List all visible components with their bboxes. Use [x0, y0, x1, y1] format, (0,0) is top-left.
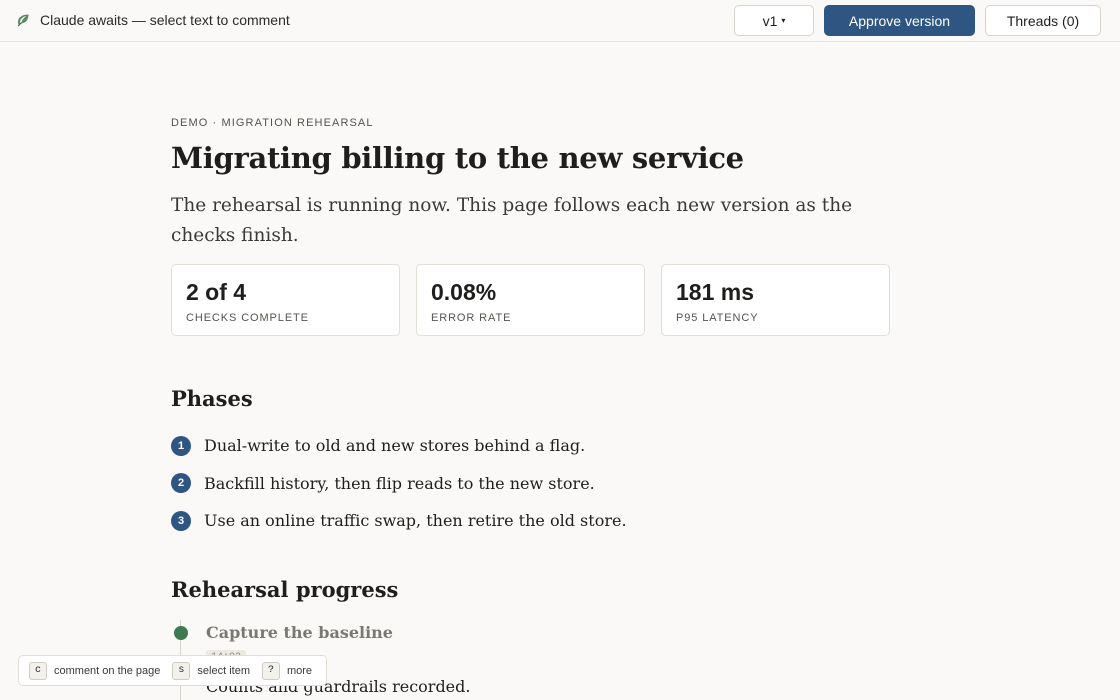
leaf-icon — [17, 14, 29, 27]
stat-value: 2 of 4 — [186, 279, 247, 305]
hint-label: comment on the page — [54, 664, 161, 677]
stat-label: CHECKS COMPLETE — [186, 312, 309, 324]
phase-number-badge: 2 — [171, 473, 191, 494]
threads-button[interactable]: Threads (0) — [985, 5, 1101, 36]
lede-paragraph: The rehearsal is running now. This page … — [171, 195, 853, 246]
top-bar: Claude awaits — select text to comment v… — [0, 0, 1120, 42]
stat-card-latency: 181 ms P95 LATENCY — [661, 264, 890, 336]
keyboard-hints: c comment on the page s select item ? mo… — [18, 655, 328, 686]
stats-row: 2 of 4 CHECKS COMPLETE 0.08% ERROR RATE … — [171, 264, 890, 336]
hint-more[interactable]: ? more — [261, 661, 313, 680]
stat-label: ERROR RATE — [431, 312, 512, 324]
version-dropdown[interactable]: v1 ▾ — [734, 5, 814, 36]
stat-label: P95 LATENCY — [676, 312, 759, 324]
phase-item: 3 Use an online traffic swap, then retir… — [171, 502, 627, 540]
phase-text: Use an online traffic swap, then retire … — [204, 511, 627, 531]
step-title: Capture the baseline — [206, 623, 393, 642]
hint-label: select item — [197, 664, 250, 677]
chevron-down-icon: ▾ — [781, 16, 786, 25]
key-s: s — [172, 661, 191, 680]
page-title: Migrating billing to the new service — [171, 141, 744, 175]
hint-select[interactable]: s select item — [172, 661, 250, 680]
phase-text: Backfill history, then flip reads to the… — [204, 473, 595, 493]
hint-comment[interactable]: c comment on the page — [29, 661, 161, 680]
stat-value: 0.08% — [431, 279, 497, 305]
phase-item: 1 Dual-write to old and new stores behin… — [171, 427, 627, 465]
key-c: c — [29, 661, 47, 680]
approve-version-button[interactable]: Approve version — [824, 5, 975, 36]
version-label: v1 — [762, 12, 778, 29]
stat-value: 181 ms — [676, 279, 755, 305]
phases-list: 1 Dual-write to old and new stores behin… — [171, 427, 627, 540]
phase-number-badge: 1 — [171, 435, 191, 456]
eyebrow: DEMO · MIGRATION REHEARSAL — [171, 117, 374, 129]
phase-number-badge: 3 — [171, 510, 191, 531]
progress-heading: Rehearsal progress — [171, 577, 399, 602]
phase-text: Dual-write to old and new stores behind … — [204, 436, 586, 456]
step-status-dot — [174, 626, 188, 640]
phase-item: 2 Backfill history, then flip reads to t… — [171, 465, 627, 503]
hint-label: more — [286, 664, 313, 677]
stat-card-error-rate: 0.08% ERROR RATE — [416, 264, 645, 336]
stat-card-checks: 2 of 4 CHECKS COMPLETE — [171, 264, 400, 336]
status-text: Claude awaits — select text to comment — [40, 12, 290, 28]
key-question: ? — [261, 661, 280, 680]
phases-heading: Phases — [171, 386, 253, 411]
status-area: Claude awaits — select text to comment — [16, 12, 290, 28]
